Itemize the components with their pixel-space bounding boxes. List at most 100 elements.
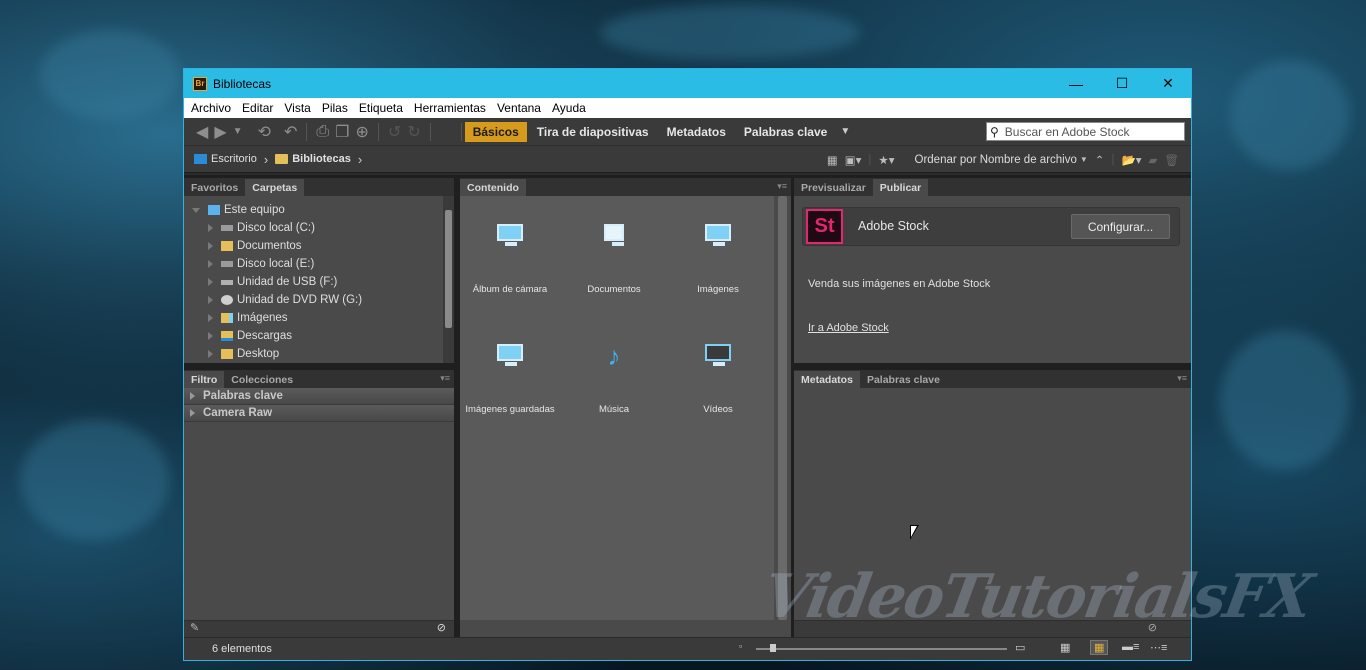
expand-arrow-icon[interactable] bbox=[208, 350, 213, 358]
title-bar[interactable]: Br Bibliotecas — ☐ ✕ bbox=[184, 69, 1191, 98]
tree-item-disco-e[interactable]: Disco local (E:) bbox=[192, 255, 454, 273]
menu-etiqueta[interactable]: Etiqueta bbox=[355, 101, 407, 115]
pin-icon[interactable]: ✎ bbox=[190, 621, 199, 634]
toolbar: ◀ ▶ ▼ ⟲ ↶ ⎙ ❐ ⊕ ↺ ↻ Básicos Tira de diap… bbox=[184, 118, 1191, 146]
clear-filter-icon[interactable]: ⊘ bbox=[437, 621, 446, 634]
tab-filtro[interactable]: Filtro bbox=[184, 371, 225, 388]
tree-item-desktop[interactable]: Desktop bbox=[192, 345, 454, 363]
content-item-musica[interactable]: ♪ Música bbox=[564, 341, 664, 415]
sort-dropdown[interactable]: Ordenar por Nombre de archivo bbox=[915, 154, 1077, 166]
tree-item-dvd-g[interactable]: Unidad de DVD RW (G:) bbox=[192, 291, 454, 309]
slider-handle[interactable] bbox=[770, 644, 776, 652]
thumbnail-quality-icon[interactable]: ▣▾ bbox=[845, 153, 862, 167]
expand-arrow-icon[interactable] bbox=[208, 278, 213, 286]
wallpaper-shape bbox=[1220, 330, 1350, 470]
configure-button[interactable]: Configurar... bbox=[1071, 214, 1170, 239]
minimize-button[interactable]: — bbox=[1053, 69, 1099, 98]
thumbnail-size-slider[interactable] bbox=[756, 644, 1007, 652]
search-field[interactable]: ⚲ Buscar en Adobe Stock bbox=[986, 122, 1185, 141]
open-recent-icon[interactable]: ⊕ bbox=[356, 122, 369, 142]
camera-download-icon[interactable]: ⎙ bbox=[316, 123, 329, 141]
panel-menu-icon[interactable]: ▾≡ bbox=[1177, 373, 1187, 384]
panel-menu-icon[interactable]: ▾≡ bbox=[440, 373, 450, 384]
menu-pilas[interactable]: Pilas bbox=[318, 101, 352, 115]
chevron-right-icon[interactable]: › bbox=[358, 152, 362, 167]
expand-arrow-icon[interactable] bbox=[192, 207, 200, 213]
adobe-stock-link[interactable]: Ir a Adobe Stock bbox=[808, 322, 889, 334]
tree-item-disco-c[interactable]: Disco local (C:) bbox=[192, 219, 454, 237]
workspace-tira-diapositivas[interactable]: Tira de diapositivas bbox=[529, 122, 657, 142]
tab-contenido[interactable]: Contenido bbox=[460, 179, 526, 196]
quality-icon[interactable]: ▦ bbox=[827, 153, 838, 167]
chevron-down-icon[interactable]: ▼ bbox=[1080, 155, 1088, 164]
scrollbar-thumb[interactable] bbox=[778, 196, 787, 620]
tab-palabras-clave[interactable]: Palabras clave bbox=[860, 371, 947, 388]
menu-archivo[interactable]: Archivo bbox=[187, 101, 235, 115]
menu-herramientas[interactable]: Herramientas bbox=[410, 101, 490, 115]
recent-dropdown-icon[interactable]: ▼ bbox=[233, 126, 243, 137]
tree-item-usb-f[interactable]: Unidad de USB (F:) bbox=[192, 273, 454, 291]
content-item-documentos[interactable]: Documentos bbox=[564, 224, 664, 295]
workspace-metadatos[interactable]: Metadatos bbox=[659, 122, 734, 142]
tab-publicar[interactable]: Publicar bbox=[872, 179, 929, 196]
tree-item-descargas[interactable]: Descargas bbox=[192, 327, 454, 345]
content-scrollbar[interactable] bbox=[774, 196, 791, 620]
large-thumbnail-icon[interactable]: ▭ bbox=[1015, 641, 1025, 654]
tab-previsualizar[interactable]: Previsualizar bbox=[794, 179, 873, 196]
maximize-button[interactable]: ☐ bbox=[1099, 69, 1145, 98]
boomerang-icon[interactable]: ⟲ bbox=[258, 122, 271, 142]
path-bar: Escritorio › Bibliotecas › ▦ ▣▾ | ★▾ Ord… bbox=[184, 146, 1191, 173]
filter-camera-raw[interactable]: Camera Raw bbox=[184, 405, 454, 422]
tree-item-label: Disco local (C:) bbox=[237, 222, 315, 234]
expand-arrow-icon[interactable] bbox=[208, 314, 213, 322]
sort-ascending-icon[interactable]: ⌃ bbox=[1095, 153, 1105, 167]
refine-icon[interactable]: ❐ bbox=[335, 122, 349, 142]
breadcrumb-bibliotecas[interactable]: Bibliotecas bbox=[275, 153, 351, 165]
filter-palabras-clave[interactable]: Palabras clave bbox=[184, 388, 454, 405]
music-library-icon: ♪ bbox=[607, 341, 621, 371]
expand-arrow-icon[interactable] bbox=[208, 332, 213, 340]
folders-scrollbar[interactable] bbox=[443, 196, 454, 363]
tab-carpetas[interactable]: Carpetas bbox=[245, 179, 305, 196]
workspace-dropdown-icon[interactable]: ▼ bbox=[840, 126, 850, 137]
workspace-palabras-clave[interactable]: Palabras clave bbox=[736, 122, 835, 142]
content-item-imagenes[interactable]: Imágenes bbox=[668, 224, 768, 295]
new-folder-icon[interactable]: ▰ bbox=[1149, 153, 1158, 167]
expand-arrow-icon[interactable] bbox=[208, 260, 213, 268]
tree-item-imagenes[interactable]: Imágenes bbox=[192, 309, 454, 327]
content-item-album[interactable]: Álbum de cámara bbox=[460, 224, 560, 295]
menu-ventana[interactable]: Ventana bbox=[493, 101, 545, 115]
menu-ayuda[interactable]: Ayuda bbox=[548, 101, 590, 115]
thumbnail-view-icon[interactable]: ▦ bbox=[1090, 640, 1109, 655]
expand-arrow-icon[interactable] bbox=[208, 224, 213, 232]
back-arrow-icon[interactable]: ◀ bbox=[196, 122, 208, 142]
open-folder-icon[interactable]: 📂▾ bbox=[1121, 153, 1141, 167]
workspace-basicos[interactable]: Básicos bbox=[464, 121, 527, 142]
list-view-icon[interactable]: ⋯≡ bbox=[1150, 641, 1167, 654]
filter-footer: ✎ ⊘ bbox=[184, 620, 454, 637]
tree-item-este-equipo[interactable]: Este equipo bbox=[192, 201, 454, 219]
tab-metadatos[interactable]: Metadatos bbox=[794, 371, 860, 388]
tree-item-documentos[interactable]: Documentos bbox=[192, 237, 454, 255]
trash-icon[interactable]: 🗑 bbox=[1164, 153, 1179, 167]
panel-menu-icon[interactable]: ▾≡ bbox=[777, 181, 787, 192]
menu-vista[interactable]: Vista bbox=[280, 101, 314, 115]
tab-colecciones[interactable]: Colecciones bbox=[224, 371, 300, 388]
scrollbar-thumb[interactable] bbox=[445, 210, 452, 328]
rotate-icon[interactable]: ↶ bbox=[284, 122, 297, 142]
small-thumbnail-icon[interactable]: ▫ bbox=[739, 641, 742, 651]
close-button[interactable]: ✕ bbox=[1145, 69, 1191, 98]
rotate-right-icon[interactable]: ↻ bbox=[407, 122, 420, 142]
rotate-left-icon[interactable]: ↺ bbox=[388, 122, 401, 142]
expand-arrow-icon[interactable] bbox=[208, 296, 213, 304]
tab-favoritos[interactable]: Favoritos bbox=[184, 179, 245, 196]
details-view-icon[interactable]: ▬≡ bbox=[1122, 641, 1139, 653]
menu-editar[interactable]: Editar bbox=[238, 101, 277, 115]
expand-arrow-icon[interactable] bbox=[208, 242, 213, 250]
forward-arrow-icon[interactable]: ▶ bbox=[214, 122, 226, 142]
content-item-imagenes-guardadas[interactable]: Imágenes guardadas bbox=[460, 344, 560, 415]
breadcrumb-escritorio[interactable]: Escritorio bbox=[194, 153, 257, 165]
grid-lock-icon[interactable]: ▦ bbox=[1060, 641, 1070, 654]
star-filter-icon[interactable]: ★▾ bbox=[878, 153, 894, 167]
content-item-videos[interactable]: Vídeos bbox=[668, 344, 768, 415]
